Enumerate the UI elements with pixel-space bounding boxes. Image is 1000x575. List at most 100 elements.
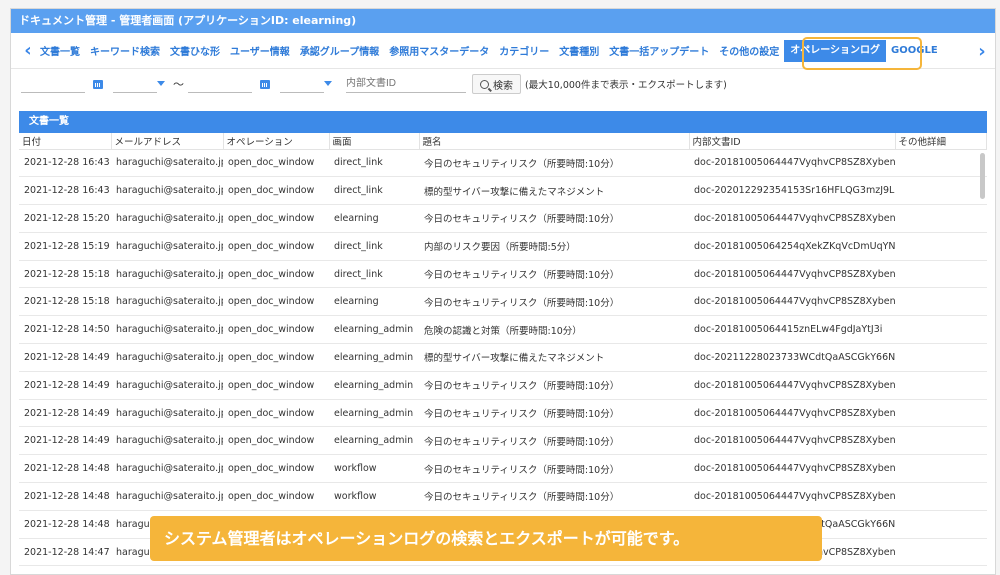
chevron-right-icon[interactable]: › [975, 41, 989, 62]
table-cell: doc-20181005064447VyqhvCP8SZ8Xyben [689, 260, 895, 289]
column-header[interactable]: 題名 [419, 133, 690, 150]
chevron-left-icon[interactable]: ‹ [21, 40, 35, 61]
table-cell: open_doc_window [223, 426, 329, 456]
table-cell: doc-20181005064447VyqhvCP8SZ8Xyben [689, 204, 895, 233]
from-date-input[interactable] [21, 75, 85, 93]
table-cell: 今日のセキュリティリスク（所要時間:10分） [419, 149, 689, 178]
caret-down-icon [157, 81, 165, 86]
table-row[interactable]: 2021-12-28 14:48haraguchi@sateraito.jpop… [19, 482, 987, 511]
table-cell: 2021-12-28 14:48 [19, 510, 111, 539]
table-row[interactable]: 2021-12-28 14:48haraguchi@sateraito.jpop… [19, 454, 987, 484]
table-cell: open_doc_window [223, 232, 329, 261]
column-header[interactable]: 画面 [329, 133, 420, 150]
table-cell: 今日のセキュリティリスク（所要時間:10分） [419, 371, 689, 400]
tab-0[interactable]: 文書一覧 [35, 43, 85, 58]
table-cell: open_doc_window [223, 204, 329, 233]
table-cell: haraguchi@sateraito.jp [111, 260, 223, 289]
table-cell: 今日のセキュリティリスク（所要時間:10分） [419, 426, 689, 456]
table-cell: doc-20181005064447VyqhvCP8SZ8Xyben [689, 426, 895, 456]
table-cell [895, 315, 987, 345]
table-cell: elearning_admin [329, 399, 419, 428]
table-cell: 2021-12-28 14:47 [19, 538, 111, 567]
tab-5[interactable]: 参照用マスターデータ [384, 43, 494, 58]
table-cell: doc-20181005064447VyqhvCP8SZ8Xyben [689, 565, 895, 574]
table-row[interactable]: 2021-12-28 15:20 haraguchi@sateraito.jp op… [19, 204, 987, 233]
table-row[interactable]: 2021-12-28 14:49 haraguchi@sateraito.jp op… [19, 399, 987, 428]
table-cell [895, 454, 987, 484]
table-row[interactable]: 2021-12-28 16:43 haraguchi@sateraito.jp op… [19, 149, 987, 178]
table-cell: open_doc_window [223, 260, 329, 289]
tab-9[interactable]: その他の設定 [714, 43, 784, 58]
search-bar: 〜 検索 (最大10,000件まで表示・エクスポートします) [11, 69, 995, 99]
table-row[interactable]: 2021-12-28 15:19 haraguchi@sateraito.jp op… [19, 232, 987, 261]
table-cell: 今日のセキュリティリスク（所要時間:10分） [419, 287, 689, 317]
tab-10[interactable]: オペレーションログ [784, 39, 887, 62]
table-cell: elearning_admin [329, 343, 419, 372]
table-cell: 内部のリスク要因（所要時間:5分） [419, 232, 689, 261]
table-cell: 2021-12-28 14:50 [19, 315, 111, 345]
tab-11[interactable]: GOOGLE [886, 45, 943, 56]
section-header: 文書一覧 [19, 111, 987, 133]
table-cell: 2021-12-28 14:49 [19, 343, 111, 372]
docid-input[interactable] [346, 75, 466, 93]
range-separator: 〜 [173, 78, 184, 91]
table-cell: 2021-12-28 14:48 [19, 482, 111, 511]
table-cell: open_doc_window [223, 371, 329, 400]
to-time-select[interactable] [280, 75, 332, 93]
table-cell: 2021-12-28 14:49 [19, 399, 111, 428]
table-cell: haraguchi@sateraito.jp [111, 204, 223, 233]
table-row[interactable]: 2021-12-28 14:49 haraguchi@sateraito.jp op… [19, 426, 987, 456]
table-row[interactable]: 2021-12-28 16:43 haraguchi@sateraito.jp op… [19, 176, 987, 206]
table-cell [895, 482, 987, 511]
table-row[interactable]: 2021-12-28 15:18 haraguchi@sateraito.jp op… [19, 287, 987, 317]
column-header[interactable]: メールアドレス [111, 133, 224, 150]
tab-6[interactable]: カテゴリー [494, 43, 554, 58]
table-cell: workflow [329, 454, 419, 484]
table-row[interactable]: 2021-12-28 14:49 haraguchi@sateraito.jp op… [19, 371, 987, 400]
column-header[interactable]: 日付 [19, 133, 112, 150]
table-row[interactable]: 2021-12-28 14:47haraguchi@sateraito.jpop… [19, 565, 987, 574]
tab-8[interactable]: 文書一括アップデート [604, 43, 714, 58]
calendar-icon[interactable] [260, 79, 270, 89]
table-cell [895, 260, 987, 289]
table-cell: doc-20181005064254qXekZKqVcDmUqYNr [689, 232, 895, 261]
table-cell: workflow [329, 482, 419, 511]
tab-7[interactable]: 文書種別 [554, 43, 604, 58]
search-note: (最大10,000件まで表示・エクスポートします) [525, 80, 727, 91]
table-cell: haraguchi@sateraito.jp [111, 287, 223, 317]
table-row[interactable]: 2021-12-28 14:50 haraguchi@sateraito.jp op… [19, 315, 987, 345]
table-row[interactable]: 2021-12-28 14:49 haraguchi@sateraito.jp op… [19, 343, 987, 372]
tab-3[interactable]: ユーザー情報 [225, 43, 295, 58]
table-cell: haraguchi@sateraito.jp [111, 149, 223, 178]
table-cell [895, 204, 987, 233]
vertical-scrollbar[interactable] [980, 153, 985, 199]
table-cell [895, 538, 987, 567]
table-cell [895, 287, 987, 317]
table-cell: open_doc_window [223, 315, 329, 345]
tab-4[interactable]: 承認グループ情報 [295, 43, 384, 58]
table-cell: direct_link [329, 176, 419, 206]
info-banner: システム管理者はオペレーションログの検索とエクスポートが可能です。 [150, 516, 822, 561]
column-header[interactable]: オペレーション [223, 133, 330, 150]
tab-bar: ‹ 文書一覧 キーワード検索 文書ひな形 ユーザー情報 承認グループ情報 参照用マスターデ… [11, 33, 995, 70]
table-cell: open_doc_window [223, 454, 329, 484]
table-cell: doc-20181005064447VyqhvCP8SZ8Xyben [689, 371, 895, 400]
column-header[interactable]: その他詳細 [895, 133, 987, 150]
tab-2[interactable]: 文書ひな形 [165, 43, 225, 58]
table-cell: open_doc_window [223, 149, 329, 178]
table-cell: open_doc_window [223, 176, 329, 206]
table-cell: 2021-12-28 14:49 [19, 371, 111, 400]
search-button[interactable]: 検索 [472, 74, 521, 94]
to-date-input[interactable] [188, 75, 252, 93]
table-header-row: 日付 メールアドレス オペレーション 画面 題名 内部文書ID その他詳細 [19, 133, 987, 150]
column-header[interactable]: 内部文書ID [689, 133, 896, 150]
table-cell: doc-20181005064447VyqhvCP8SZ8Xyben [689, 482, 895, 511]
table-cell: 今日のセキュリティリスク（所要時間:10分） [419, 482, 689, 511]
table-row[interactable]: 2021-12-28 15:18 haraguchi@sateraito.jp op… [19, 260, 987, 289]
table-cell: 今日のセキュリティリスク（所要時間:10分） [419, 260, 689, 289]
calendar-icon[interactable] [93, 79, 103, 89]
table-cell: haraguchi@sateraito.jp [111, 176, 223, 206]
tab-1[interactable]: キーワード検索 [85, 43, 165, 58]
from-time-select[interactable] [113, 75, 165, 93]
caret-down-icon [324, 81, 332, 86]
